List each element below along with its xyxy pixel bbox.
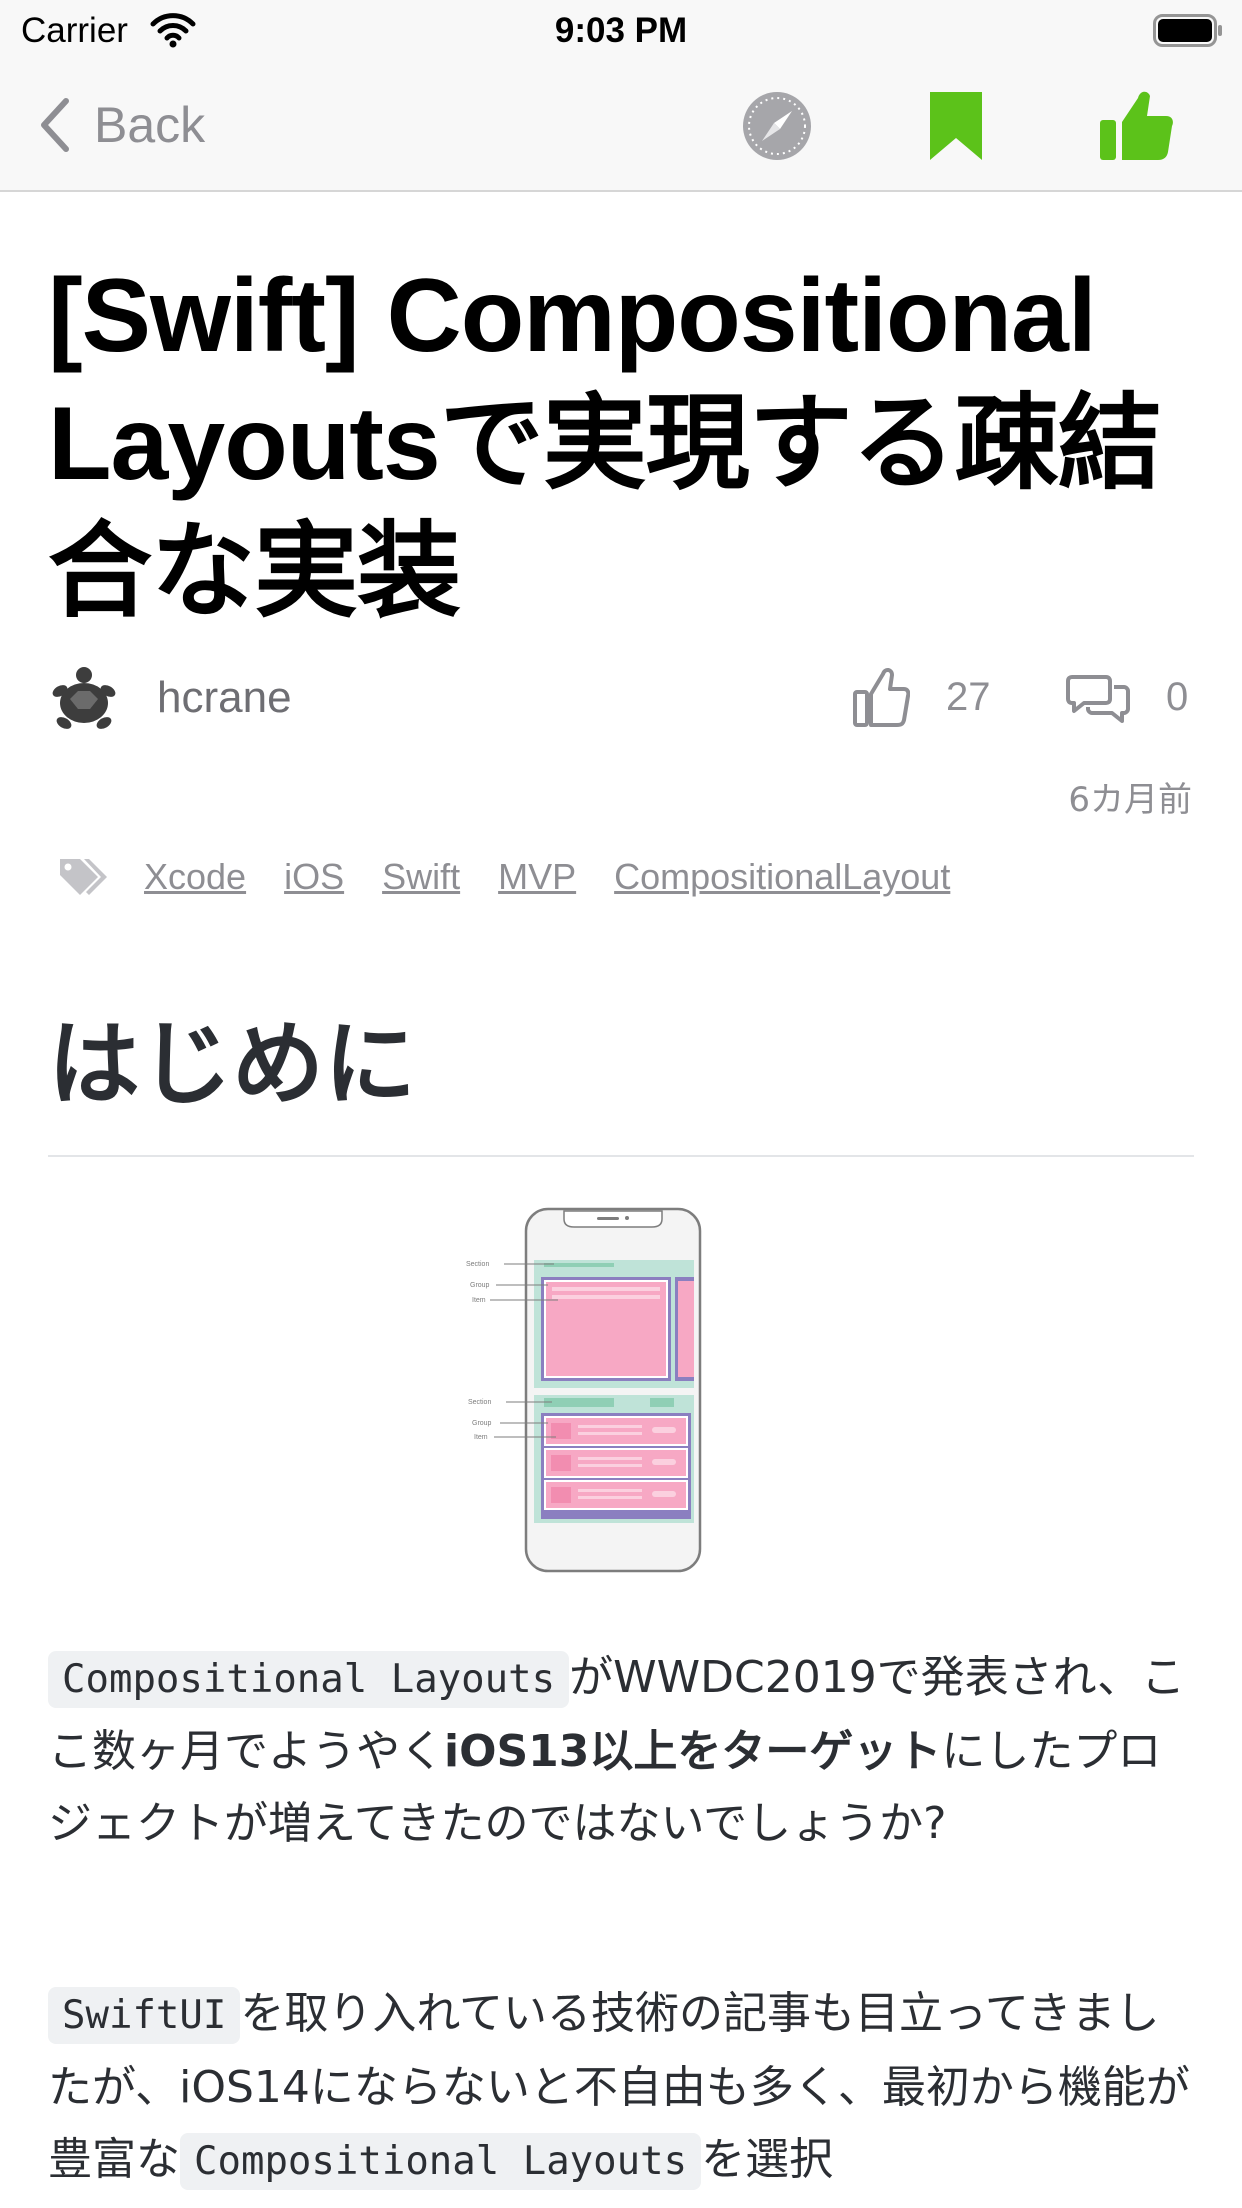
tag-link[interactable]: MVP bbox=[498, 856, 576, 898]
paragraph: SwiftUI を取り入れている技術の記事も目立ってきましたが、iOS14にならな… bbox=[48, 1978, 1198, 2198]
diagram-label-group: Group bbox=[470, 1282, 490, 1289]
diagram-label-section: Section bbox=[468, 1399, 491, 1406]
tags-icon bbox=[60, 859, 107, 895]
tag-link[interactable]: Swift bbox=[382, 856, 460, 898]
diagram-label-item: Item bbox=[472, 1297, 486, 1304]
paragraph: Compositional Layouts がWWDC2019で発表され、ここ数ヶ… bbox=[48, 1642, 1198, 1860]
paragraph-text: を選択 bbox=[701, 2134, 834, 2185]
navigation-bar: Back bbox=[0, 60, 1242, 192]
back-label: Back bbox=[94, 97, 206, 153]
diagram-label-section: Section bbox=[466, 1261, 489, 1268]
article-title: [Swift] Compositional Layoutsで実現する疎結合な実装 bbox=[48, 258, 1162, 630]
battery-icon bbox=[1153, 14, 1222, 47]
section-divider bbox=[48, 1155, 1194, 1157]
comments-icon bbox=[1066, 675, 1130, 723]
safari-icon[interactable] bbox=[742, 91, 812, 161]
bookmark-icon[interactable] bbox=[928, 90, 984, 162]
back-button[interactable]: Back bbox=[36, 90, 205, 160]
post-date: 6カ月前 bbox=[1068, 780, 1192, 820]
diagram-label-group: Group bbox=[472, 1420, 492, 1427]
comments-count: 0 bbox=[1166, 675, 1189, 719]
section-heading: はじめに bbox=[48, 1011, 417, 1118]
tag-link[interactable]: Xcode bbox=[144, 856, 246, 898]
compositional-layout-diagram: Section Group Item Section Group Item bbox=[466, 1207, 702, 1573]
likes-count: 27 bbox=[946, 675, 991, 719]
author-name[interactable]: hcrane bbox=[157, 673, 292, 723]
tag-link[interactable]: iOS bbox=[284, 856, 344, 898]
tags-row: Xcode iOS Swift MVP CompositionalLayout bbox=[58, 852, 988, 902]
inline-code: Compositional Layouts bbox=[180, 2133, 702, 2190]
bold-text: iOS13以上をターゲット bbox=[444, 1726, 942, 1777]
thumbs-up-icon[interactable] bbox=[1098, 86, 1174, 162]
status-time: 9:03 PM bbox=[554, 11, 688, 50]
tag-link[interactable]: CompositionalLayout bbox=[614, 856, 950, 898]
inline-code: SwiftUI bbox=[48, 1987, 241, 2044]
article-screen: Carrier 9:03 PM Back [Swift] Composition… bbox=[0, 0, 1242, 2208]
inline-code: Compositional Layouts bbox=[48, 1651, 570, 1708]
status-bar: Carrier 9:03 PM bbox=[0, 0, 1242, 60]
author-avatar[interactable] bbox=[48, 663, 120, 735]
thumbs-up-outline-icon bbox=[853, 668, 910, 727]
chevron-left-icon bbox=[41, 98, 69, 152]
diagram-label-item: Item bbox=[474, 1434, 488, 1441]
